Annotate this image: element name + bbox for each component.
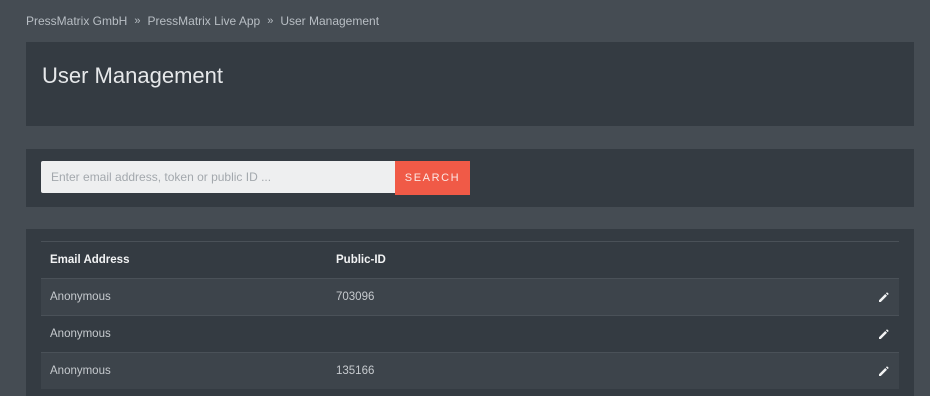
table-row: Anonymous 135166: [41, 352, 899, 389]
edit-icon[interactable]: [878, 328, 890, 340]
breadcrumb-item-current: User Management: [280, 14, 380, 28]
breadcrumb-item-app[interactable]: PressMatrix Live App: [147, 14, 260, 28]
edit-icon[interactable]: [878, 365, 890, 377]
search-input[interactable]: [41, 161, 395, 193]
users-table: Email Address Public-ID Anonymous 703096…: [41, 241, 899, 389]
page-title: User Management: [42, 63, 223, 88]
table-row: Anonymous 703096: [41, 278, 899, 316]
column-header-public-id: Public-ID: [327, 241, 851, 279]
search-button[interactable]: SEARCH: [395, 161, 470, 195]
cell-public-id: 135166: [327, 352, 851, 389]
column-header-action: [851, 241, 899, 279]
breadcrumb-separator: »: [267, 15, 274, 27]
cell-email: Anonymous: [41, 278, 327, 316]
table-header-row: Email Address Public-ID: [41, 241, 899, 279]
table-row: Anonymous: [41, 315, 899, 353]
breadcrumb-separator: »: [134, 15, 141, 27]
edit-icon[interactable]: [878, 291, 890, 303]
users-table-panel: Email Address Public-ID Anonymous 703096…: [26, 229, 914, 396]
cell-action: [851, 278, 899, 316]
cell-action: [851, 315, 899, 353]
cell-public-id: 703096: [327, 278, 851, 316]
breadcrumb: PressMatrix GmbH » PressMatrix Live App …: [26, 14, 379, 28]
column-header-email: Email Address: [41, 241, 327, 279]
cell-email: Anonymous: [41, 315, 327, 353]
title-panel: User Management: [26, 42, 914, 126]
cell-email: Anonymous: [41, 352, 327, 389]
breadcrumb-item-company[interactable]: PressMatrix GmbH: [26, 14, 127, 28]
cell-public-id: [327, 315, 851, 353]
cell-action: [851, 352, 899, 389]
search-panel: SEARCH: [26, 149, 914, 207]
